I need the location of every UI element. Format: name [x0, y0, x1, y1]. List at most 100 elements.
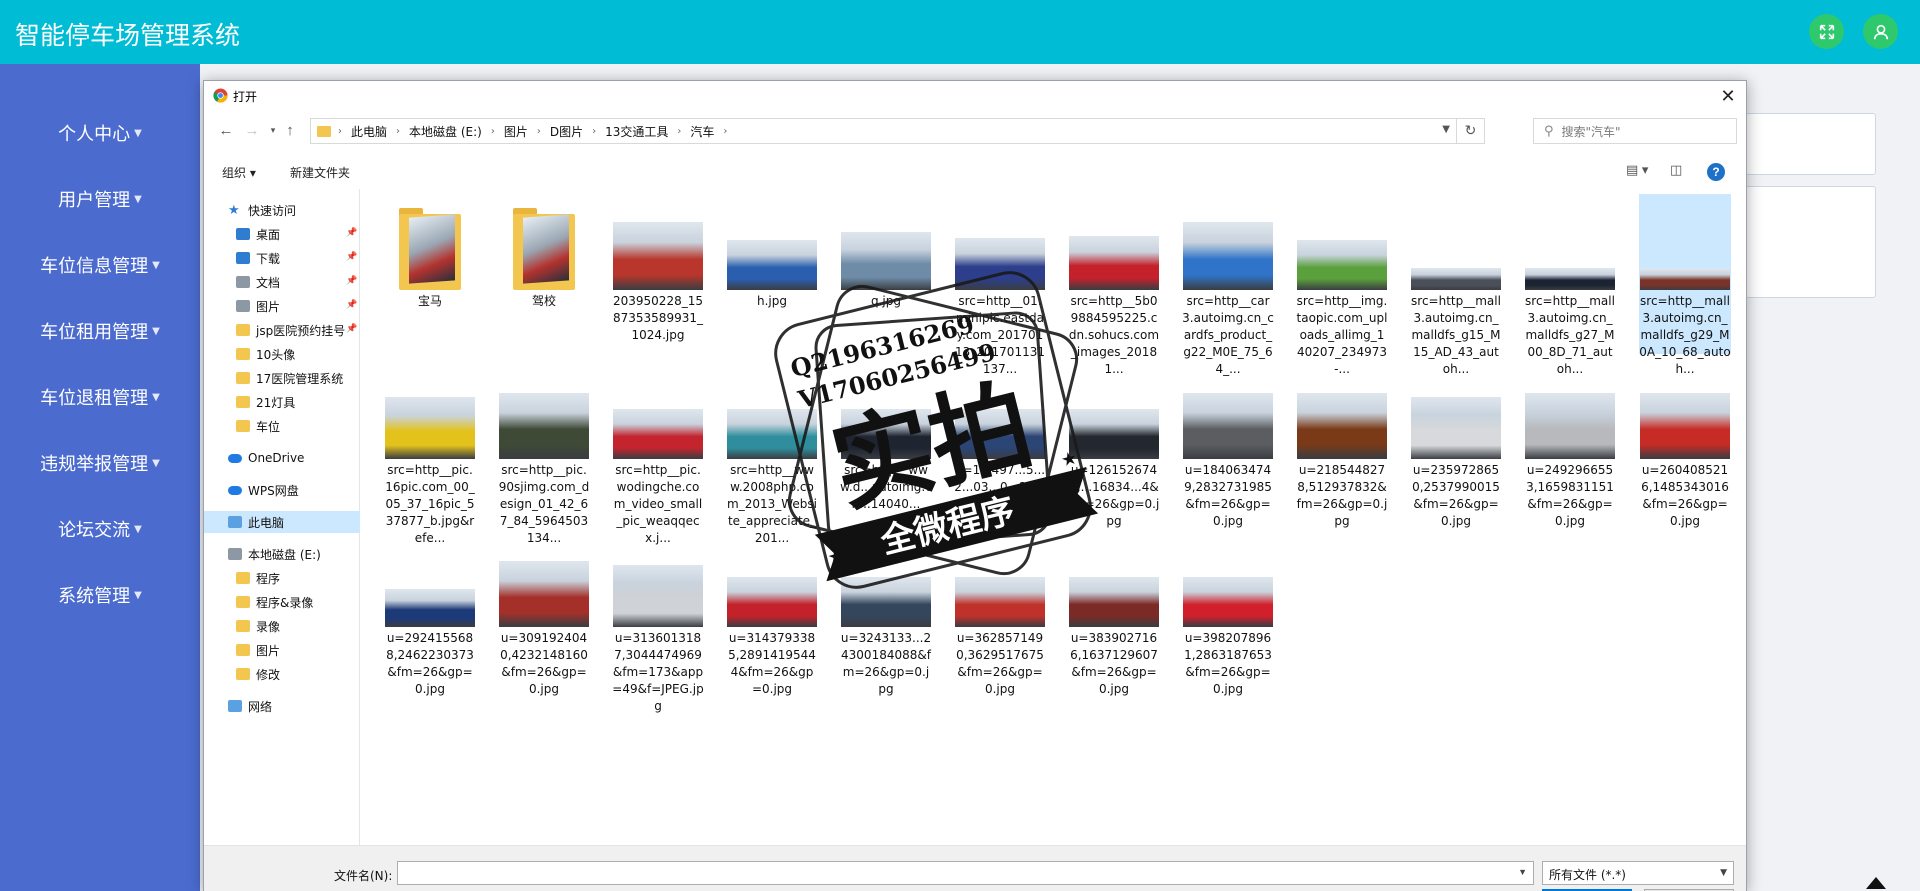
file-item[interactable]: u=2492966553,1659831151&fm=26&gp=0.jpg	[1524, 363, 1616, 528]
breadcrumb-item[interactable]: 13交通工具	[605, 123, 668, 140]
nav-item[interactable]: 程序	[236, 567, 354, 589]
nav-item[interactable]: 17医院管理系统	[236, 367, 354, 389]
file-item[interactable]: src=http__pic.90sjimg.com_design_01_42_6…	[498, 363, 590, 545]
sidebar-item-space-info[interactable]: 车位信息管理 ▼	[0, 245, 200, 285]
file-item[interactable]: u=1261526742,...16834...4&fm=26&gp=0.jpg	[1068, 363, 1160, 528]
sidebar-item-space-rental[interactable]: 车位租用管理 ▼	[0, 311, 200, 351]
file-name: 驾校	[531, 294, 556, 308]
file-item[interactable]: src=http__5b09884595225.cdn.sohucs.com_i…	[1068, 194, 1160, 376]
nav-item-label: 程序	[256, 571, 281, 586]
address-dropdown-icon[interactable]: ▼	[1442, 124, 1450, 135]
file-item[interactable]: u=2604085216,1485343016&fm=26&gp=0.jpg	[1639, 363, 1731, 528]
file-item[interactable]: src=http__mall3.autoimg.cn_malldfs_g15_M…	[1410, 194, 1502, 376]
breadcrumb-item[interactable]: 本地磁盘 (E:)	[409, 123, 482, 140]
file-item[interactable]: u=3143793385,28914195444&fm=26&gp=0.jpg	[726, 531, 818, 696]
folder-icon	[236, 668, 250, 680]
file-item[interactable]: u=2359728650,2537990015&fm=26&gp=0.jpg	[1410, 363, 1502, 528]
file-item[interactable]: u=3243133...24300184088&fm=26&gp=0.jpg	[840, 531, 932, 696]
file-item[interactable]: u=1...497...5...2...03...0...26...=0.jpg	[954, 363, 1046, 523]
nav-item[interactable]: 网络	[228, 695, 354, 717]
cloud-icon	[228, 453, 242, 463]
file-name: u=3091924040,4232148160&fm=26&gp=0.jpg	[500, 631, 588, 696]
nav-item[interactable]: 本地磁盘 (E:)	[228, 543, 354, 565]
file-item[interactable]: q.jpg	[840, 194, 932, 354]
search-icon: ⚲	[1544, 123, 1554, 139]
nav-item-label: 桌面	[256, 227, 281, 242]
thumbnail-area	[1068, 531, 1160, 627]
file-item[interactable]: u=3628571490,3629517675&fm=26&gp=0.jpg	[954, 531, 1046, 696]
close-button[interactable]: ✕	[1715, 83, 1741, 109]
file-name: u=3628571490,3629517675&fm=26&gp=0.jpg	[956, 631, 1044, 696]
nav-item[interactable]: 21灯具	[236, 391, 354, 413]
file-item[interactable]: u=3982078961,2863187653&fm=26&gp=0.jpg	[1182, 531, 1274, 696]
sidebar-item-user-management[interactable]: 用户管理 ▼	[0, 179, 200, 219]
breadcrumb-item[interactable]: 汽车	[690, 123, 714, 140]
view-options-button[interactable]: ▤ ▾	[1626, 162, 1648, 178]
nav-item[interactable]: 图片	[236, 639, 354, 661]
image-thumbnail	[1069, 577, 1159, 627]
nav-item[interactable]: ★ 快速访问	[228, 199, 354, 221]
nav-item[interactable]: 图片	[236, 295, 354, 317]
organize-button[interactable]: 组织 ▾	[222, 164, 256, 181]
sidebar-item-forum[interactable]: 论坛交流 ▼	[0, 509, 200, 549]
file-item[interactable]: src=http__www.d...autoimg.cn...14040...	[840, 363, 932, 523]
breadcrumb-item[interactable]: 图片	[504, 123, 528, 140]
sidebar-item-system[interactable]: 系统管理 ▼	[0, 575, 200, 615]
file-item[interactable]: src=http__mall3.autoimg.cn_malldfs_g29_M…	[1639, 194, 1731, 376]
nav-item[interactable]: WPS网盘	[228, 479, 354, 501]
up-button[interactable]: ↑	[279, 119, 301, 141]
breadcrumb-item[interactable]: D图片	[550, 123, 583, 140]
nav-item[interactable]: 程序&录像	[236, 591, 354, 613]
back-button[interactable]: ←	[215, 119, 237, 141]
file-item[interactable]: src=http__01.minipic.eastday.com_2017011…	[954, 194, 1046, 376]
thumbnail-area	[726, 363, 818, 459]
file-item[interactable]: src=http__car3.autoimg.cn_cardfs_product…	[1182, 194, 1274, 376]
file-item[interactable]: u=2185448278,512937832&fm=26&gp=0.jpg	[1296, 363, 1388, 528]
chevron-down-icon[interactable]: ▼	[1518, 867, 1527, 877]
sidebar-item-violation-report[interactable]: 违规举报管理 ▼	[0, 443, 200, 483]
nav-item[interactable]: jsp医院预约挂号	[236, 319, 354, 341]
forward-button[interactable]: →	[241, 119, 263, 141]
nav-item[interactable]: 车位	[236, 415, 354, 437]
user-menu-button[interactable]	[1863, 14, 1898, 49]
nav-item[interactable]: 文档	[236, 271, 354, 293]
nav-item[interactable]: 桌面	[236, 223, 354, 245]
file-item[interactable]: 203950228_1587353589931_1024.jpg	[612, 194, 704, 354]
refresh-button[interactable]: ↻	[1456, 119, 1484, 143]
back-to-top-icon[interactable]	[1864, 871, 1888, 891]
help-icon[interactable]: ?	[1707, 163, 1725, 181]
nav-item[interactable]: 录像	[236, 615, 354, 637]
file-item[interactable]: u=3136013187,3044474969&fm=173&app=49&f=…	[612, 531, 704, 713]
breadcrumb-item[interactable]: 此电脑	[351, 123, 387, 140]
nav-item[interactable]: 修改	[236, 663, 354, 685]
address-bar[interactable]: › 此电脑 › 本地磁盘 (E:) › 图片 › D图片 › 13交通工具 › …	[310, 118, 1485, 144]
file-item[interactable]: u=3839027166,1637129607&fm=26&gp=0.jpg	[1068, 531, 1160, 696]
file-item[interactable]: src=http__pic.wodingche.com_video_small_…	[612, 363, 704, 545]
file-item[interactable]: u=2924155688,2462230373&fm=26&gp=0.jpg	[384, 531, 476, 696]
preview-pane-button[interactable]: ◫	[1670, 162, 1682, 178]
file-item[interactable]: src=http__img.taopic.com_uploads_allimg_…	[1296, 194, 1388, 376]
nav-item[interactable]: 10头像	[236, 343, 354, 365]
filename-input[interactable]: ▼	[397, 861, 1534, 885]
nav-item[interactable]: 下载	[236, 247, 354, 269]
thumbnail-area	[498, 194, 590, 290]
new-folder-button[interactable]: 新建文件夹	[290, 164, 350, 181]
file-item[interactable]: u=1840634749,2832731985&fm=26&gp=0.jpg	[1182, 363, 1274, 528]
file-item[interactable]: u=3091924040,4232148160&fm=26&gp=0.jpg	[498, 531, 590, 696]
pin-icon: 📌	[346, 276, 358, 286]
thumbnail-area	[1410, 363, 1502, 459]
folder-item[interactable]: 驾校	[498, 194, 590, 354]
file-item[interactable]: src=http__mall3.autoimg.cn_malldfs_g27_M…	[1524, 194, 1616, 376]
file-item[interactable]: src=http__www.2008php.com_2013_Website_a…	[726, 363, 818, 545]
sidebar-item-personal-center[interactable]: 个人中心 ▼	[0, 113, 200, 153]
file-type-select[interactable]: 所有文件 (*.*) ▼	[1542, 861, 1734, 885]
search-box[interactable]: ⚲ 搜索"汽车"	[1533, 118, 1737, 144]
thumbnail-area	[384, 363, 476, 459]
folder-item[interactable]: 宝马	[384, 194, 476, 354]
sidebar-item-space-return[interactable]: 车位退租管理 ▼	[0, 377, 200, 417]
file-item[interactable]: h.jpg	[726, 194, 818, 354]
nav-item[interactable]: OneDrive	[228, 447, 354, 469]
nav-item[interactable]: 此电脑	[204, 511, 360, 533]
file-item[interactable]: src=http__pic.16pic.com_00_05_37_16pic_5…	[384, 363, 476, 545]
fullscreen-button[interactable]	[1809, 14, 1844, 49]
